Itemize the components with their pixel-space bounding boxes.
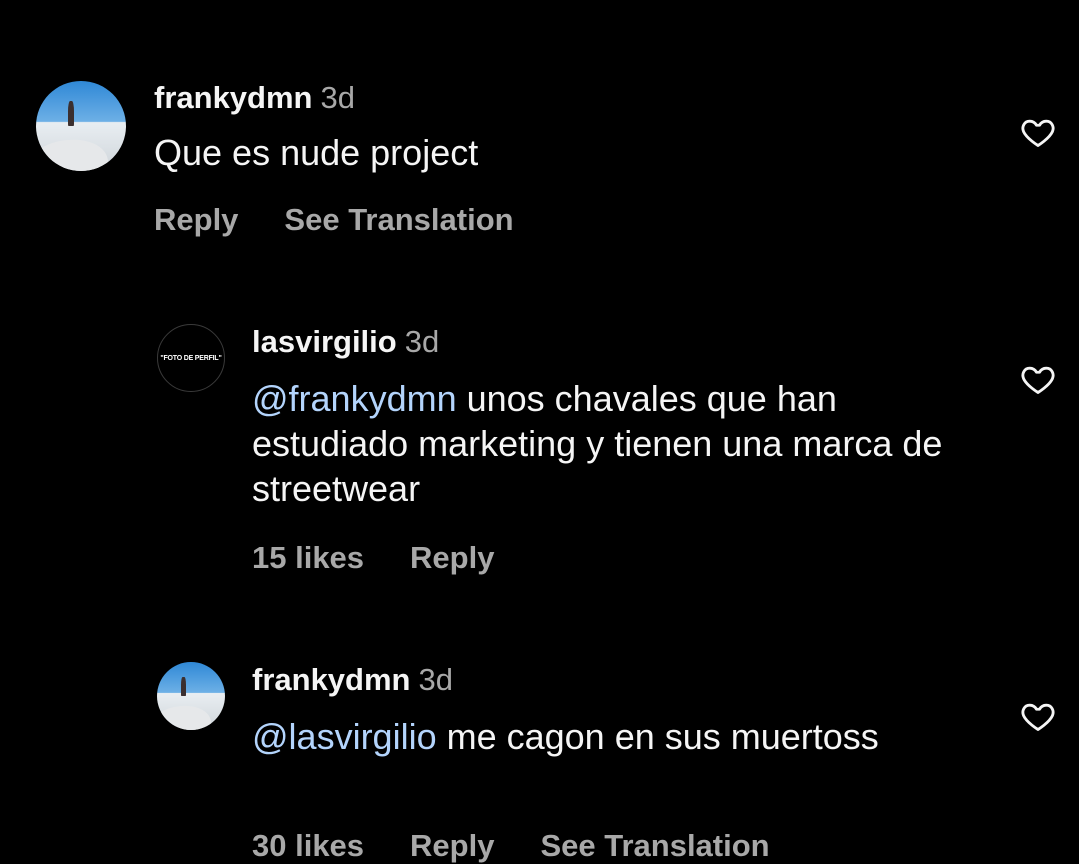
comment-text: Que es nude project (154, 130, 934, 175)
comment-actions: Reply See Translation (154, 202, 560, 238)
username[interactable]: frankydmn (252, 662, 410, 697)
timestamp: 3d (320, 80, 355, 115)
reply-button[interactable]: Reply (410, 828, 494, 863)
username[interactable]: frankydmn (154, 80, 312, 115)
avatar-placeholder-text: "FOTO DE PERFIL" (160, 354, 222, 362)
username[interactable]: lasvirgilio (252, 324, 397, 359)
timestamp: 3d (404, 324, 440, 359)
heart-outline-icon[interactable] (1020, 361, 1056, 397)
heart-outline-icon[interactable] (1020, 114, 1056, 150)
mention-link[interactable]: @lasvirgilio (252, 716, 437, 757)
see-translation-button[interactable]: See Translation (540, 828, 769, 863)
likes-count[interactable]: 30 likes (252, 828, 364, 863)
mention-link[interactable]: @frankydmn (252, 378, 457, 419)
comment-body: Que es nude project (154, 132, 479, 173)
see-translation-button[interactable]: See Translation (284, 202, 513, 237)
likes-count[interactable]: 15 likes (252, 540, 364, 575)
comment-actions: 30 likes Reply See Translation (252, 828, 816, 864)
avatar[interactable]: "FOTO DE PERFIL" (157, 324, 225, 392)
comment-header: lasvirgilio 3d (252, 324, 439, 360)
comment-header: frankydmn 3d (252, 662, 453, 698)
reply-button[interactable]: Reply (154, 202, 238, 237)
comment-actions: 15 likes Reply (252, 540, 540, 576)
heart-outline-icon[interactable] (1020, 698, 1056, 734)
reply-button[interactable]: Reply (410, 540, 494, 575)
comment-header: frankydmn 3d (154, 80, 355, 116)
avatar[interactable] (36, 81, 126, 171)
comment-text: @lasvirgilio me cagon en sus muertoss (252, 714, 952, 759)
avatar[interactable] (157, 662, 225, 730)
comment-text: @frankydmn unos chavales que han estudia… (252, 376, 952, 511)
timestamp: 3d (418, 662, 453, 697)
comment-body: me cagon en sus muertoss (436, 716, 879, 757)
